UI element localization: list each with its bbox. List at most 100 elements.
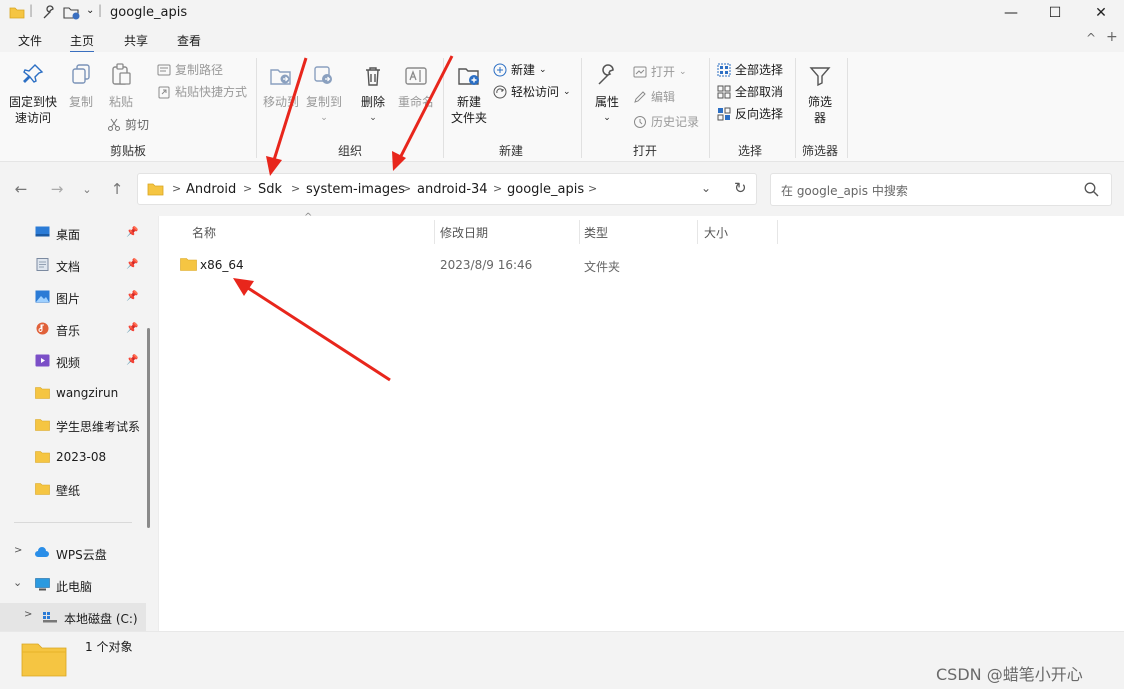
minimize-button[interactable]: —: [988, 0, 1034, 26]
file-list: ^ 名称 修改日期 类型 大小 x86_64 2023/8/9 16:46 文件…: [158, 212, 1124, 631]
cut-button[interactable]: 剪切: [107, 116, 149, 133]
nav-item-videos[interactable]: 视频 📌: [0, 347, 150, 375]
nav-label: 2023-08: [56, 450, 107, 464]
folder-icon: [35, 387, 50, 399]
title-divider: |: [29, 3, 34, 17]
filter-funnel-icon: [809, 67, 831, 87]
nav-scrollbar[interactable]: [147, 328, 150, 528]
back-arrow-icon[interactable]: ←: [10, 178, 32, 200]
table-row[interactable]: x86_64 2023/8/9 16:46 文件夹: [175, 254, 775, 276]
breadcrumb-system-images[interactable]: system-images: [306, 182, 405, 197]
column-header-type[interactable]: 类型: [584, 224, 608, 241]
open-dropdown-icon: ⌄: [679, 66, 687, 77]
music-icon: [36, 322, 49, 335]
nav-item-wps-cloud[interactable]: > WPS云盘: [0, 539, 150, 567]
rename-button[interactable]: 重命名: [396, 64, 436, 110]
breadcrumb-google-apis[interactable]: google_apis: [507, 182, 584, 197]
invert-selection-button[interactable]: 反向选择: [717, 105, 783, 122]
large-folder-icon: [21, 643, 67, 677]
edit-button[interactable]: 编辑: [633, 88, 675, 105]
close-button[interactable]: ✕: [1078, 0, 1124, 26]
column-header-size[interactable]: 大小: [704, 224, 728, 241]
properties-button[interactable]: 属性 ⌄: [592, 64, 622, 126]
forward-arrow-icon[interactable]: →: [46, 178, 68, 200]
select-none-button[interactable]: 全部取消: [717, 83, 783, 100]
nav-item-folder[interactable]: 2023-08: [0, 443, 150, 471]
refresh-icon[interactable]: ↻: [734, 179, 747, 197]
easy-access-button[interactable]: 轻松访问 ⌄: [493, 83, 571, 100]
search-icon[interactable]: [1084, 182, 1099, 197]
delete-button[interactable]: 删除 ⌄: [358, 64, 388, 126]
column-separator[interactable]: [777, 220, 778, 244]
breadcrumb-android[interactable]: Android: [186, 182, 236, 197]
column-header-modified[interactable]: 修改日期: [440, 224, 488, 241]
nav-item-this-pc[interactable]: ⌄ 此电脑: [0, 571, 150, 599]
breadcrumb-android-34[interactable]: android-34: [417, 182, 488, 197]
copy-to-button[interactable]: 复制到 ⌄: [305, 64, 343, 126]
copy-to-label: 复制到: [305, 95, 342, 109]
breadcrumb-sdk[interactable]: Sdk: [258, 182, 282, 197]
copy-path-label: 复制路径: [175, 63, 224, 77]
nav-item-documents[interactable]: 文档 📌: [0, 251, 150, 279]
column-separator[interactable]: [434, 220, 435, 244]
pin-label-2: 速访问: [14, 111, 51, 125]
cloud-icon: [35, 547, 49, 557]
expand-chevron-icon[interactable]: >: [14, 545, 22, 556]
recent-locations-chevron-icon[interactable]: ⌄: [76, 178, 98, 200]
copy-path-button[interactable]: 复制路径: [157, 61, 223, 78]
history-label: 历史记录: [651, 115, 700, 129]
nav-item-music[interactable]: 音乐 📌: [0, 315, 150, 343]
up-arrow-icon[interactable]: ↑: [106, 178, 128, 200]
scissors-icon: [108, 118, 120, 131]
pencil-icon: [634, 90, 646, 103]
new-group-label: 新建: [499, 144, 524, 158]
nav-item-folder[interactable]: 壁纸: [0, 475, 150, 503]
select-all-button[interactable]: 全部选择: [717, 61, 783, 78]
column-separator[interactable]: [697, 220, 698, 244]
maximize-button[interactable]: ☐: [1032, 0, 1078, 26]
clipboard-group-label: 剪贴板: [110, 144, 147, 158]
collapse-ribbon-icon[interactable]: ^: [1086, 31, 1096, 45]
tab-file[interactable]: 文件: [18, 32, 42, 49]
paste-shortcut-button[interactable]: 粘贴快捷方式: [157, 83, 247, 100]
paste-button[interactable]: 粘贴: [106, 62, 136, 110]
tab-view[interactable]: 查看: [177, 32, 201, 49]
search-box[interactable]: 在 google_apis 中搜索: [770, 173, 1112, 206]
column-separator[interactable]: [579, 220, 580, 244]
filter-button[interactable]: 筛选 器: [803, 64, 837, 126]
tab-home[interactable]: 主页: [70, 32, 95, 53]
properties-wrench-icon: [598, 64, 614, 85]
nav-item-folder[interactable]: 学生思维考试系: [0, 411, 150, 439]
column-header-name[interactable]: 名称: [192, 224, 216, 241]
ribbon-separator: [795, 58, 796, 158]
address-bar[interactable]: > Android > Sdk > system-images > androi…: [137, 173, 757, 205]
expand-chevron-icon[interactable]: >: [24, 609, 32, 620]
file-type: 文件夹: [584, 260, 621, 274]
history-button[interactable]: 历史记录: [633, 113, 699, 130]
pin-quick-access-button[interactable]: 固定到快 速访问: [8, 62, 58, 126]
easy-access-label: 轻松访问: [511, 85, 560, 99]
collapse-chevron-icon[interactable]: ⌄: [13, 576, 22, 589]
open-label: 打开: [651, 65, 676, 79]
nav-label: 此电脑: [56, 580, 93, 594]
tab-share[interactable]: 共享: [124, 32, 148, 49]
nav-item-pictures[interactable]: 图片 📌: [0, 283, 150, 311]
new-item-button[interactable]: 新建 ⌄: [493, 61, 547, 78]
new-folder-button[interactable]: 新建 文件夹: [448, 64, 490, 126]
copy-button[interactable]: 复制: [66, 62, 96, 110]
quick-access-dropdown-icon[interactable]: ⌄: [86, 5, 94, 16]
address-history-chevron-icon[interactable]: ⌄: [701, 181, 711, 195]
folder-icon: [35, 451, 50, 463]
new-folder-quick-icon[interactable]: [63, 5, 81, 21]
rename-icon: [405, 67, 427, 85]
computer-icon: [35, 578, 50, 591]
move-to-button[interactable]: 移动到: [262, 64, 300, 110]
desktop-icon: [35, 226, 50, 237]
nav-item-local-disk[interactable]: > 本地磁盘 (C:): [0, 603, 146, 631]
nav-item-desktop[interactable]: 桌面 📌: [0, 219, 150, 247]
nav-item-folder[interactable]: wangzirun: [0, 379, 150, 407]
help-icon[interactable]: +: [1106, 29, 1118, 45]
wrench-icon[interactable]: [41, 5, 57, 21]
folder-icon: [180, 258, 197, 271]
open-button[interactable]: 打开 ⌄: [633, 63, 687, 80]
